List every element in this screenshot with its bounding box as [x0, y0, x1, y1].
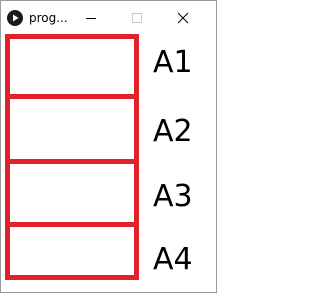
- frame-a3: [5, 159, 139, 227]
- close-icon: [177, 12, 189, 24]
- label-a4: A4: [153, 242, 193, 277]
- frame-a4: [5, 222, 139, 280]
- label-a1: A1: [153, 45, 193, 80]
- window-title: prog...: [29, 11, 68, 25]
- frame-a1: [5, 34, 139, 99]
- label-a2: A2: [153, 114, 193, 149]
- maximize-icon: [132, 13, 142, 23]
- minimize-icon: [86, 18, 96, 19]
- minimize-button[interactable]: [74, 1, 108, 32]
- close-button[interactable]: [166, 1, 200, 32]
- frame-a2: [5, 94, 139, 164]
- label-a3: A3: [153, 179, 193, 214]
- app-icon: [7, 10, 23, 26]
- app-window: prog... A1 A2 A3 A4: [0, 0, 217, 293]
- title-bar[interactable]: prog...: [1, 1, 216, 32]
- content-area: A1 A2 A3 A4: [1, 32, 216, 292]
- maximize-button[interactable]: [120, 1, 154, 32]
